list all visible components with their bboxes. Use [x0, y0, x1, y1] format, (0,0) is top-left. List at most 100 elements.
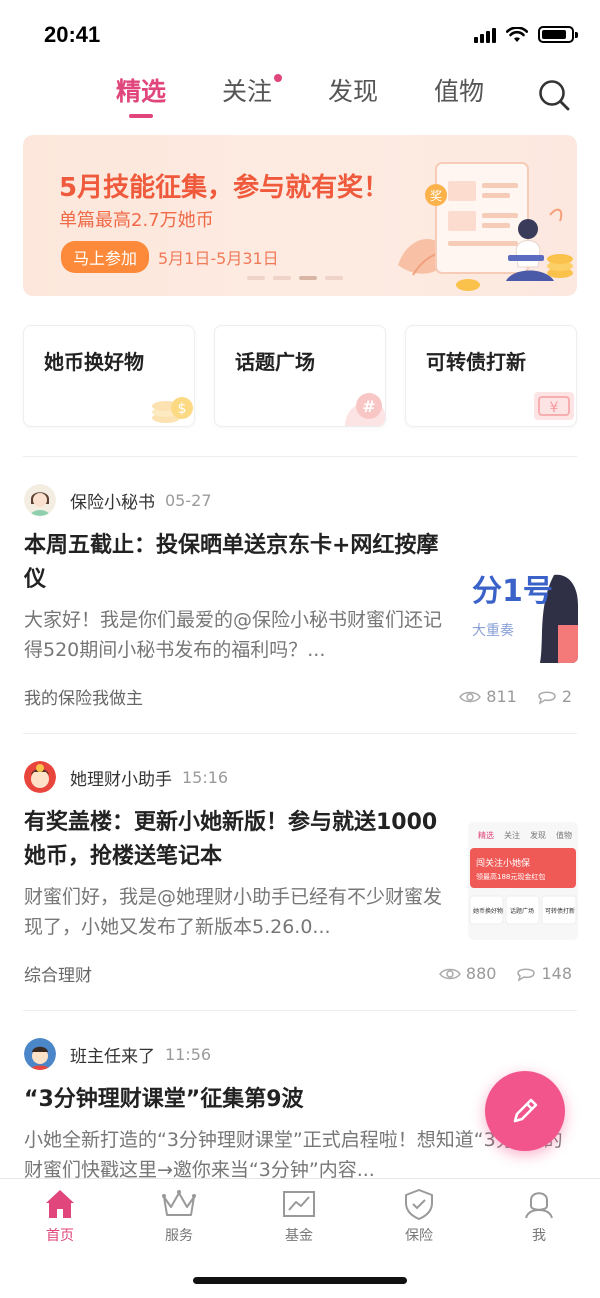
nav-home[interactable]: 首页	[20, 1187, 100, 1245]
avatar[interactable]	[24, 1038, 56, 1070]
banner-badge-text: 奖	[430, 189, 442, 203]
home-icon	[46, 1190, 74, 1218]
comments-stat[interactable]: 148	[516, 964, 572, 983]
thumbnail-tab-following: 关注	[504, 830, 520, 840]
views-count: 880	[465, 964, 497, 983]
feed-post[interactable]: 保险小秘书 05-27 本周五截止：投保晒单送京东卡+网红按摩仪 大家好！我是你…	[0, 483, 600, 733]
svg-text:¥: ¥	[550, 400, 559, 416]
top-tabs: 精选 关注 发现 值物	[0, 72, 600, 124]
yen-ticket-icon: ¥	[534, 392, 574, 420]
hash-icon: #	[345, 393, 385, 426]
tab-following-label: 关注	[222, 77, 273, 106]
nav-services-label: 服务	[165, 1228, 193, 1244]
card-coins-exchange[interactable]: 她币换好物 $	[23, 325, 195, 427]
post-stats: 880 148	[439, 964, 572, 983]
post-time: 15:16	[182, 767, 229, 787]
thumbnail-card-bonds: 可转债打新	[545, 907, 575, 915]
nav-funds[interactable]: 基金	[259, 1187, 339, 1245]
card-convertible-bonds[interactable]: 可转债打新 ¥	[405, 325, 577, 427]
battery-icon	[538, 26, 578, 43]
shield-icon	[405, 1189, 433, 1220]
post-excerpt: 大家好！我是你们最爱的@保险小秘书财蜜们还记得520期间小秘书发布的福利吗？..…	[24, 609, 443, 661]
post-thumbnail[interactable]: 分1号 大重奏	[468, 545, 578, 663]
author-name[interactable]: 她理财小助手	[70, 765, 172, 790]
tab-following[interactable]: 关注	[222, 72, 283, 108]
comment-icon	[517, 968, 536, 982]
post-author-row: 她理财小助手 15:16	[24, 760, 228, 794]
post-author-row: 班主任来了 11:56	[24, 1037, 211, 1071]
comments-count: 148	[541, 964, 572, 983]
post-divider	[23, 733, 577, 734]
coin-icon: $	[152, 397, 193, 423]
nav-home-label: 首页	[46, 1228, 74, 1244]
card-topic-square[interactable]: 话题广场 #	[214, 325, 386, 427]
banner-illustration: 奖	[398, 162, 573, 291]
thumbnail-tab-worth: 值物	[556, 830, 572, 840]
comments-stat[interactable]: 2	[537, 687, 572, 706]
quick-entry-cards: 她币换好物 $ 话题广场 # 可转债打新 ¥	[23, 325, 579, 427]
tab-discover[interactable]: 发现	[328, 72, 378, 108]
tab-worth-buying[interactable]: 值物	[434, 72, 484, 108]
thumbnail-banner-subtitle: 领最高188元现金红包	[476, 872, 545, 881]
tab-worth-buying-label: 值物	[434, 77, 485, 106]
search-icon[interactable]	[537, 78, 571, 112]
post-stats: 811 2	[459, 687, 572, 706]
card-coins-exchange-label: 她币换好物	[44, 350, 144, 374]
card-topic-square-label: 话题广场	[235, 350, 315, 374]
promo-banner[interactable]: 5月技能征集，参与就有奖！ 单篇最高2.7万她币 马上参加 5月1日-5月31日…	[23, 135, 577, 296]
post-author-row: 保险小秘书 05-27	[24, 483, 212, 517]
avatar[interactable]	[24, 484, 56, 516]
nav-profile-label: 我	[532, 1228, 546, 1244]
compose-button[interactable]	[485, 1071, 565, 1151]
notification-dot	[274, 74, 283, 82]
thumbnail-banner-title: 闯关注小她保	[476, 857, 530, 869]
views-count: 811	[486, 687, 517, 706]
comment-icon	[538, 691, 556, 705]
status-icons	[474, 26, 578, 43]
thumbnail-caption: 大重奏	[472, 623, 514, 639]
post-title[interactable]: 有奖盖楼：更新小她新版！参与就送1000她币，抢楼送笔记本	[24, 806, 444, 874]
pencil-icon	[513, 1098, 538, 1123]
tab-discover-label: 发现	[328, 77, 379, 106]
banner-date: 5月1日-5月31日	[158, 249, 279, 268]
chart-icon	[283, 1191, 315, 1217]
nav-profile[interactable]: 我	[499, 1187, 579, 1245]
home-indicator	[193, 1277, 407, 1284]
profile-icon	[525, 1192, 553, 1219]
join-now-button[interactable]: 马上参加	[61, 241, 150, 273]
post-time: 05-27	[165, 490, 212, 510]
avatar[interactable]	[24, 761, 56, 793]
svg-text:#: #	[362, 397, 375, 416]
post-topic-tag[interactable]: 我的保险我做主	[24, 684, 143, 709]
views-stat: 811	[459, 687, 517, 706]
post-divider	[23, 1010, 577, 1011]
post-title[interactable]: “3分钟理财课堂”征集第9波	[24, 1083, 564, 1117]
views-stat: 880	[439, 964, 497, 983]
status-time: 20:41	[44, 22, 101, 47]
active-tab-indicator	[129, 114, 153, 118]
wifi-icon	[506, 26, 528, 42]
status-bar: 20:41	[0, 0, 600, 70]
nav-insurance[interactable]: 保险	[379, 1187, 459, 1245]
feed-post[interactable]: 她理财小助手 15:16 有奖盖楼：更新小她新版！参与就送1000她币，抢楼送笔…	[0, 760, 600, 1010]
banner-title: 5月技能征集，参与就有奖！	[59, 173, 390, 203]
tab-featured-label: 精选	[116, 77, 167, 106]
comments-count: 2	[561, 687, 572, 706]
post-time: 11:56	[165, 1044, 212, 1064]
author-name[interactable]: 班主任来了	[70, 1042, 155, 1067]
thumbnail-headline: 分1号	[472, 574, 553, 609]
svg-text:$: $	[178, 401, 187, 417]
author-name[interactable]: 保险小秘书	[70, 488, 155, 513]
thumbnail-tab-featured: 精选	[478, 830, 494, 840]
post-thumbnail[interactable]: 精选 关注 发现 值物 闯关注小她保 领最高188元现金红包 她币换好物 话题广…	[468, 822, 578, 940]
post-title[interactable]: 本周五截止：投保晒单送京东卡+网红按摩仪	[24, 529, 444, 597]
banner-subtitle: 单篇最高2.7万她币	[59, 210, 214, 231]
thumbnail-tab-discover: 发现	[530, 830, 546, 840]
section-divider	[23, 456, 577, 457]
tab-featured[interactable]: 精选	[116, 72, 167, 118]
card-convertible-bonds-label: 可转债打新	[426, 350, 526, 374]
post-topic-tag[interactable]: 综合理财	[24, 961, 92, 986]
nav-funds-label: 基金	[285, 1228, 313, 1244]
eye-icon	[439, 968, 461, 979]
nav-services[interactable]: 服务	[139, 1187, 219, 1245]
